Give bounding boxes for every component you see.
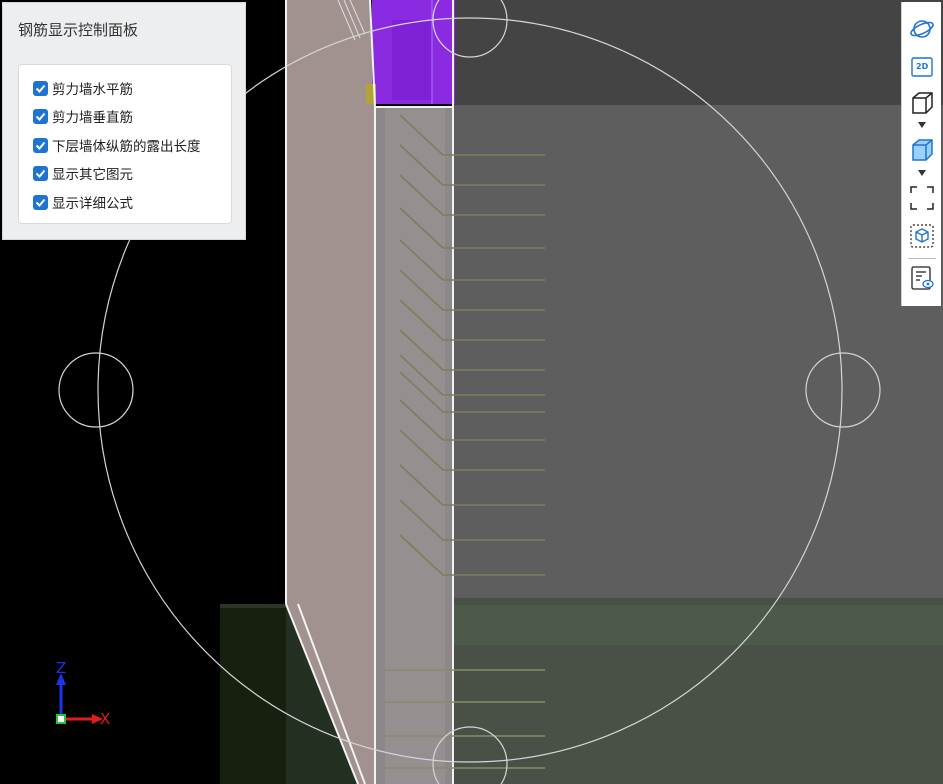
concrete-top-block — [453, 0, 943, 107]
rebar-display-control-panel: 钢筋显示控制面板 剪力墙水平筋 剪力墙垂直筋 下层墙体纵筋的露出长度 显示其它图… — [2, 2, 246, 240]
solid-dropdown[interactable] — [916, 168, 928, 178]
fullscreen-button[interactable] — [907, 183, 937, 213]
option-wall-horizontal-rebar[interactable]: 剪力墙水平筋 — [33, 78, 133, 98]
option-label: 显示详细公式 — [52, 196, 133, 212]
wireframe-cube-icon — [912, 92, 933, 114]
properties-button[interactable] — [907, 263, 937, 293]
box-select-icon — [910, 224, 934, 248]
ground-slab-right — [453, 605, 943, 645]
view-2d-label: 2D — [916, 62, 929, 71]
orbit-button[interactable] — [907, 14, 937, 44]
dropdown-arrow-icon — [918, 170, 926, 176]
option-show-other-elements[interactable]: 显示其它图元 — [33, 163, 133, 183]
view-2d-button[interactable]: 2D — [907, 52, 937, 82]
fullscreen-icon — [910, 186, 934, 210]
solid-view-button[interactable] — [907, 135, 937, 165]
option-lower-wall-rebar-length[interactable]: 下层墙体纵筋的露出长度 — [33, 135, 201, 155]
concrete-wall-body — [453, 105, 943, 605]
box-select-button[interactable] — [907, 221, 937, 251]
option-label: 显示其它图元 — [52, 167, 133, 183]
properties-list-icon — [911, 266, 934, 290]
option-show-detailed-formula[interactable]: 显示详细公式 — [33, 192, 133, 212]
checkbox-checked[interactable] — [33, 194, 48, 210]
option-label: 剪力墙水平筋 — [52, 82, 133, 98]
checkbox-checked[interactable] — [33, 165, 48, 181]
checkbox-checked[interactable] — [33, 80, 48, 96]
checkbox-checked[interactable] — [33, 137, 48, 153]
option-label: 下层墙体纵筋的露出长度 — [52, 139, 201, 155]
option-wall-vertical-rebar[interactable]: 剪力墙垂直筋 — [33, 106, 133, 126]
orbit-icon — [910, 20, 934, 38]
options-box: 剪力墙水平筋 剪力墙垂直筋 下层墙体纵筋的露出长度 显示其它图元 显示详细公式 — [18, 64, 232, 224]
view-toolbar: 2D — [901, 2, 941, 306]
axis-gizmo: Z X — [50, 659, 120, 730]
solid-cube-icon — [912, 139, 933, 161]
panel-title: 钢筋显示控制面板 — [18, 21, 139, 39]
wireframe-dropdown[interactable] — [916, 120, 928, 130]
checkbox-checked[interactable] — [33, 108, 48, 124]
toolbar-divider — [908, 258, 936, 259]
column-purple-inner — [392, 20, 432, 100]
wireframe-view-button[interactable] — [907, 88, 937, 118]
option-label: 剪力墙垂直筋 — [52, 110, 133, 126]
axis-x-label: X — [100, 710, 111, 728]
dropdown-arrow-icon — [918, 122, 926, 128]
axis-z-label: Z — [56, 659, 67, 677]
